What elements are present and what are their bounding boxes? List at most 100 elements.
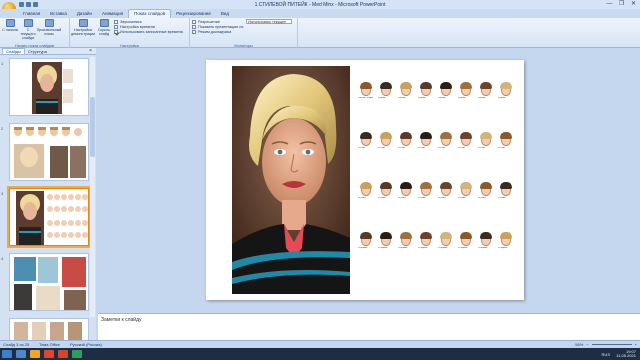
slide-number: 4: [1, 256, 4, 261]
slide-thumbnail-5[interactable]: [9, 318, 89, 342]
tab-design[interactable]: Дизайн: [72, 10, 97, 18]
hide-slide-button[interactable]: Скрыть слайд: [96, 19, 112, 47]
record-narration-checkbox[interactable]: [114, 20, 118, 24]
tab-view[interactable]: Вид: [216, 10, 234, 18]
face-shape-illustration: A Heart: [498, 182, 514, 202]
face-shape-illustration: A Oval: [398, 132, 414, 152]
slide-thumbnails[interactable]: 1 2 3 4: [0, 55, 96, 342]
minimize-button[interactable]: —: [605, 1, 614, 8]
monitor-options: Разрешение Показать презентацию на Режим…: [192, 19, 244, 47]
record-narration-option[interactable]: Звукозапись: [114, 20, 183, 24]
slide-5-preview: [14, 322, 82, 340]
notes-pane[interactable]: Заметки к слайду: [98, 313, 640, 340]
rehearse-timings-checkbox[interactable]: [114, 25, 118, 29]
slide-number: 2: [1, 126, 4, 131]
zoom-level[interactable]: 56%: [575, 342, 583, 347]
use-timings-option[interactable]: Использовать записанные времена: [114, 30, 183, 34]
slide-thumbnail-3-selected[interactable]: [9, 188, 89, 246]
face-shape-illustration: A Oval: [378, 132, 394, 152]
face-shape-illustration: A Bown: [398, 82, 414, 102]
face-shape-illustration: A Square: [478, 232, 494, 252]
zoom-slider[interactable]: [591, 344, 632, 345]
language-indicator[interactable]: Русский (Россия): [70, 342, 102, 347]
face-shape-illustration: A Bown: [378, 82, 394, 102]
resolution-label: Разрешение: [198, 20, 220, 24]
tab-animation[interactable]: Анимация: [97, 10, 128, 18]
window-controls: — ❐ ✕: [605, 1, 638, 8]
face-caption: A Square: [358, 247, 368, 249]
face-shape-illustration: A Square: [378, 232, 394, 252]
show-on-option[interactable]: Показать презентацию на: [192, 25, 244, 29]
face-caption: A Oval: [378, 147, 385, 149]
start-icon[interactable]: [2, 350, 12, 358]
face-shape-illustration: A Bown: [498, 82, 514, 102]
use-timings-label: Использовать записанные времена: [120, 30, 183, 34]
resolution-dropdown[interactable]: Использовать текущее: [246, 19, 292, 24]
face-shape-illustration: A Heart: [378, 182, 394, 202]
slide-4-preview: [14, 257, 86, 310]
face-shape-illustration: A Square: [498, 232, 514, 252]
presenter-view-checkbox[interactable]: [192, 30, 196, 34]
taskbar-app-icon[interactable]: [72, 350, 82, 358]
taskbar-app-icon[interactable]: [30, 350, 40, 358]
tab-review[interactable]: Рецензирование: [171, 10, 216, 18]
tab-insert[interactable]: Вставка: [45, 10, 72, 18]
title-bar: 1.СТИЛЕВОЙ ПИТЕЙК - Med Minx - Microsoft…: [0, 0, 640, 9]
face-caption: A Oval: [398, 147, 405, 149]
custom-show-label: Произвольный показ: [36, 28, 62, 36]
tab-slides[interactable]: Слайды: [2, 48, 25, 54]
face-shape-illustration: A Oval: [358, 132, 374, 152]
face-caption: A Oval: [498, 147, 505, 149]
slide-thumbnail-2[interactable]: [9, 123, 89, 181]
taskbar-app-icon[interactable]: [16, 350, 26, 358]
custom-show-button[interactable]: Произвольный показ: [36, 19, 62, 47]
slide-thumbnail-1[interactable]: [9, 58, 89, 116]
tab-slideshow[interactable]: Показ слайдов: [128, 9, 172, 18]
rehearse-timings-option[interactable]: Настройка времени: [114, 25, 183, 29]
resolution-option[interactable]: Разрешение: [192, 20, 244, 24]
setup-show-label: Настройка демонстрации: [70, 28, 96, 36]
from-beginning-button[interactable]: С начала: [2, 19, 18, 47]
face-caption: A Square: [378, 247, 388, 249]
use-timings-checkbox[interactable]: [114, 30, 118, 34]
close-button[interactable]: ✕: [629, 1, 638, 8]
record-narration-label: Звукозапись: [120, 20, 142, 24]
resolution-icon: [192, 20, 196, 24]
slide-thumbnail-4[interactable]: [9, 253, 89, 311]
taskbar-app-icon[interactable]: [44, 350, 54, 358]
setup-show-button[interactable]: Настройка демонстрации: [70, 19, 96, 47]
face-caption: A Heart: [378, 197, 386, 199]
face-shape-illustration: A Oval: [438, 132, 454, 152]
face-caption: A Heart: [358, 197, 366, 199]
zoom-in-icon[interactable]: +: [635, 342, 637, 347]
ribbon-tabs: Главная Вставка Дизайн Анимация Показ сл…: [0, 9, 640, 18]
face-shape-illustration: A Heart: [458, 182, 474, 202]
current-slide[interactable]: A Bown Shape A Bown A Bown A Bown A Bown A Bo…: [206, 60, 524, 300]
custom-show-icon: [44, 19, 54, 27]
face-caption: A Bown: [378, 97, 386, 99]
face-caption: A Bown: [398, 97, 406, 99]
scrollbar-thumb[interactable]: [90, 97, 95, 157]
thumbnails-scrollbar[interactable]: [90, 57, 95, 317]
system-clock[interactable]: 19:07 11.05.2021: [616, 349, 636, 359]
play-icon: [5, 19, 15, 27]
slide-number: 1: [1, 61, 4, 66]
ribbon-group-monitors: Разрешение Показать презентацию на Режим…: [190, 18, 298, 48]
slide-play-icon: [23, 19, 33, 27]
face-caption: A Heart: [458, 197, 466, 199]
face-caption: A Bown: [458, 97, 466, 99]
slides-pane-header: Слайды Структура ×: [0, 48, 96, 55]
face-caption: A Square: [478, 247, 488, 249]
face-shape-illustration: A Heart: [418, 182, 434, 202]
tab-home[interactable]: Главная: [18, 10, 45, 18]
keyboard-language[interactable]: RUS: [602, 352, 610, 357]
pane-close-icon[interactable]: ×: [89, 48, 92, 54]
zoom-out-icon[interactable]: −: [586, 342, 588, 347]
face-caption: A Heart: [398, 197, 406, 199]
tab-outline[interactable]: Структура: [25, 49, 50, 54]
maximize-button[interactable]: ❐: [617, 1, 626, 8]
presenter-view-option[interactable]: Режим докладчика: [192, 30, 244, 34]
from-current-button[interactable]: С текущего слайда: [20, 19, 36, 47]
powerpoint-icon[interactable]: [58, 350, 68, 358]
taskbar: RUS 19:07 11.05.2021: [0, 348, 640, 360]
